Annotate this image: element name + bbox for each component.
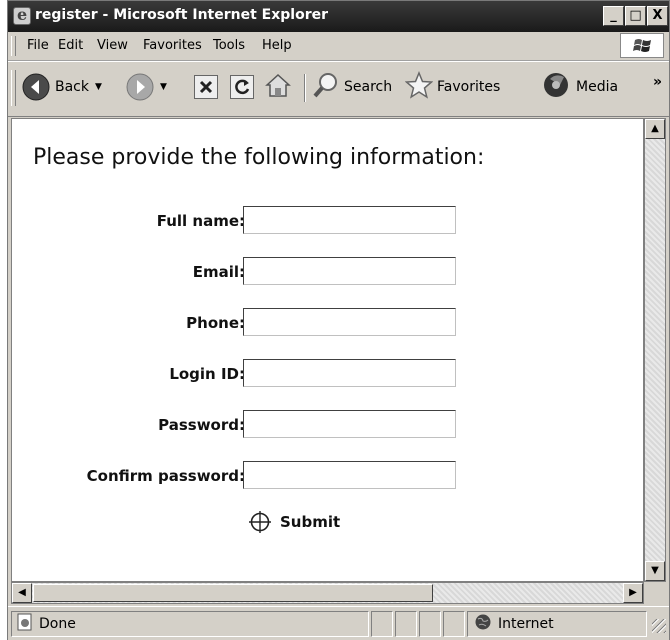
resize-grip[interactable] [652,619,666,633]
favorites-label: Favorites [437,79,501,95]
phone-input[interactable] [243,308,456,336]
horizontal-scroll-thumb[interactable] [33,584,433,602]
stop-icon [194,75,218,99]
status-pane-2 [371,611,393,637]
field-row-confirm-password: Confirm password: [12,461,643,493]
home-button[interactable] [264,71,292,103]
page-heading: Please provide the following information… [33,145,485,170]
forward-button[interactable]: ▼ [126,71,167,103]
email-input[interactable] [243,257,456,285]
zone-text: Internet [498,616,554,632]
search-button[interactable]: Search [312,71,392,103]
menu-tools[interactable]: Tools [213,38,245,53]
status-pane-5 [443,611,465,637]
password-label: Password: [158,416,245,434]
scroll-right-icon[interactable]: ▶ [623,583,643,603]
scrollbar-corner [644,582,666,604]
field-row-email: Email: [12,257,643,289]
title-bar[interactable]: register - Microsoft Internet Explorer _… [8,1,669,32]
full-name-input[interactable] [243,206,456,234]
close-button[interactable]: X [647,6,668,26]
back-dropdown-icon[interactable]: ▼ [95,82,102,92]
horizontal-scrollbar[interactable]: ◀ ▶ [11,582,644,604]
page-viewport: Please provide the following information… [11,118,644,582]
menu-view[interactable]: View [97,38,128,53]
back-arrow-icon [22,73,50,101]
maximize-button[interactable]: □ [625,6,646,26]
back-label: Back [55,79,89,95]
window-title: register - Microsoft Internet Explorer [35,7,328,23]
media-button[interactable]: Media [542,71,618,103]
menu-file[interactable]: File [27,38,49,53]
full-name-label: Full name: [156,212,245,230]
field-row-phone: Phone: [12,308,643,340]
magnifier-icon [312,71,340,103]
confirm-password-label: Confirm password: [86,467,245,485]
forward-dropdown-icon[interactable]: ▼ [160,82,167,92]
vertical-scrollbar[interactable]: ▲ ▼ [644,118,666,582]
password-input[interactable] [243,410,456,438]
phone-label: Phone: [186,314,245,332]
login-id-input[interactable] [243,359,456,387]
scroll-up-icon[interactable]: ▲ [645,119,665,139]
stop-button[interactable] [194,71,218,103]
email-label: Email: [192,263,245,281]
menu-help[interactable]: Help [262,38,292,53]
crosshair-icon [249,511,271,533]
security-zone-pane[interactable]: Internet [467,611,647,637]
field-row-full-name: Full name: [12,206,643,238]
status-text: Done [39,616,76,632]
menu-favorites[interactable]: Favorites [143,38,202,53]
ie-icon [13,5,31,25]
back-button[interactable]: Back ▼ [22,71,102,103]
favorites-button[interactable]: Favorites [404,71,501,103]
field-row-password: Password: [12,410,643,442]
windows-logo [620,33,664,58]
status-pane-4 [419,611,441,637]
scroll-left-icon[interactable]: ◀ [12,583,32,603]
menu-grip[interactable] [11,36,16,56]
home-icon [264,71,292,103]
field-row-login-id: Login ID: [12,359,643,391]
star-icon [404,71,434,103]
status-pane-3 [395,611,417,637]
forward-arrow-icon [126,73,154,101]
refresh-icon [230,75,254,99]
toolbar-separator [304,74,306,102]
minimize-button[interactable]: _ [603,6,624,26]
login-id-label: Login ID: [169,365,245,383]
media-icon [542,71,572,103]
status-pane-main: Done [11,611,369,637]
submit-button[interactable]: Submit [248,510,340,534]
submit-label: Submit [280,513,341,531]
status-bar: Done Internet [8,606,669,640]
globe-icon [474,613,492,635]
toolbar-grip[interactable] [11,70,16,106]
standard-toolbar: Back ▼ ▼ Search Favorites Media » [8,61,669,117]
browser-window: register - Microsoft Internet Explorer _… [7,0,670,640]
search-label: Search [344,79,393,95]
menu-edit[interactable]: Edit [58,38,83,53]
page-done-icon [16,613,34,635]
media-label: Media [576,79,619,95]
menu-bar: File Edit View Favorites Tools Help [8,32,669,61]
windows-flag-icon [633,39,651,52]
refresh-button[interactable] [230,71,254,103]
confirm-password-input[interactable] [243,461,456,489]
scroll-down-icon[interactable]: ▼ [645,561,665,581]
toolbar-overflow-chevron[interactable]: » [653,74,662,90]
